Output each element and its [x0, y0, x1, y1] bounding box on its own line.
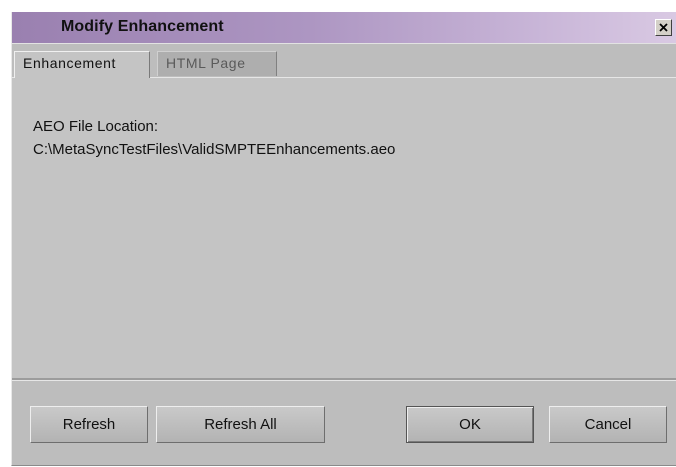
dialog-title: Modify Enhancement: [61, 18, 224, 35]
tab-strip: Enhancement HTML Page: [12, 43, 676, 78]
modify-enhancement-dialog: Modify Enhancement Enhancement HTML Page…: [11, 12, 676, 466]
refresh-all-button[interactable]: Refresh All: [156, 406, 325, 443]
ok-button[interactable]: OK: [406, 406, 534, 443]
aeo-file-location-label: AEO File Location:: [33, 118, 159, 135]
refresh-button[interactable]: Refresh: [30, 406, 148, 443]
button-bar: Refresh Refresh All OK Cancel: [12, 381, 676, 465]
tab-enhancement[interactable]: Enhancement: [14, 51, 150, 78]
tab-html-page[interactable]: HTML Page: [157, 51, 277, 76]
cancel-button[interactable]: Cancel: [549, 406, 667, 443]
title-bar[interactable]: Modify Enhancement: [12, 12, 676, 43]
aeo-file-path: C:\MetaSyncTestFiles\ValidSMPTEEnhanceme…: [33, 141, 396, 158]
close-button[interactable]: [655, 19, 672, 36]
enhancement-panel: AEO File Location: C:\MetaSyncTestFiles\…: [12, 77, 676, 378]
close-icon: [659, 23, 668, 32]
